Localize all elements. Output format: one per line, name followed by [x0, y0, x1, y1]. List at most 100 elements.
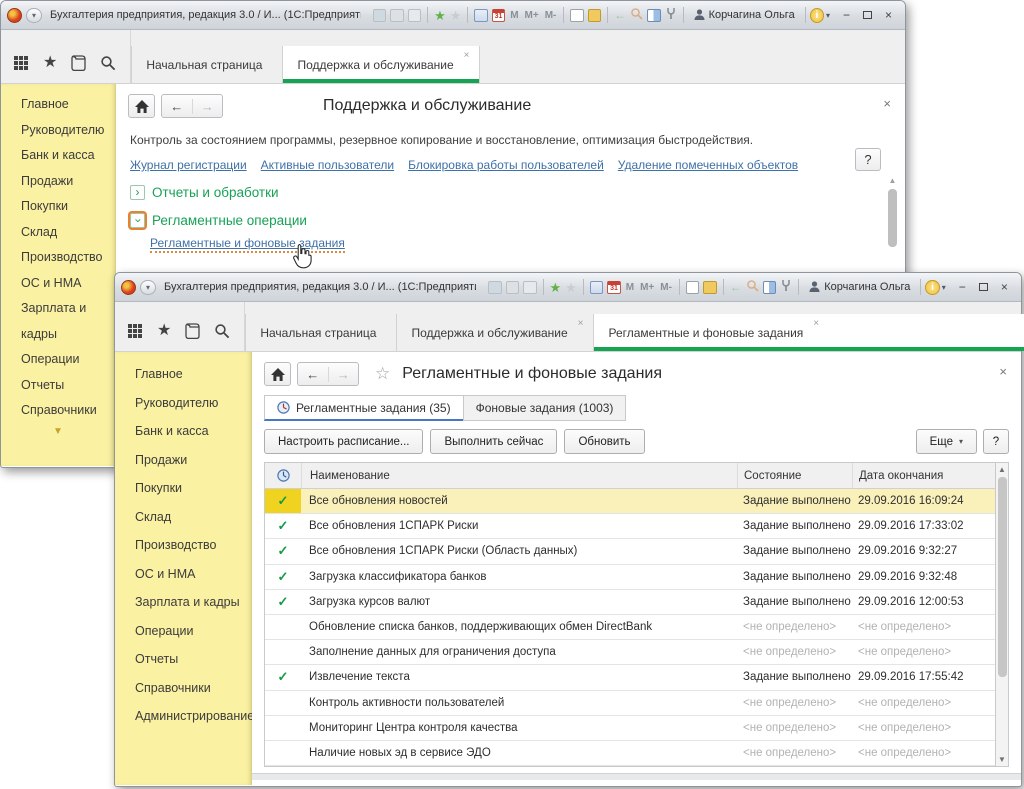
- section-expand-button[interactable]: ›: [130, 213, 145, 228]
- job-name-cell[interactable]: Наличие новых эд в сервисе ЭДО: [301, 747, 737, 759]
- job-name-cell[interactable]: Заполнение данных для ограничения доступ…: [301, 646, 737, 658]
- sidebar-item[interactable]: Руководителю: [1, 118, 115, 144]
- sidebar-item[interactable]: Покупки: [1, 194, 115, 220]
- memory-m-minus-button[interactable]: M-: [659, 282, 673, 293]
- sidebar-item[interactable]: Производство: [1, 245, 115, 271]
- command-link[interactable]: Блокировка работы пользователей: [408, 158, 604, 172]
- home-button[interactable]: [128, 94, 155, 118]
- job-date-cell[interactable]: 29.09.2016 9:32:27: [852, 545, 995, 557]
- close-window-button[interactable]: ×: [994, 279, 1015, 295]
- sidebar-item[interactable]: Отчеты: [115, 645, 251, 674]
- job-state-cell[interactable]: <не определено>: [737, 646, 852, 658]
- sidebar-item[interactable]: Зарплата и кадры: [1, 296, 115, 347]
- table-row[interactable]: ✓ Загрузка курсов валют Задание выполнен…: [265, 590, 995, 615]
- scroll-up-icon[interactable]: ▲: [886, 176, 899, 185]
- job-date-cell[interactable]: 29.09.2016 17:33:02: [852, 520, 995, 532]
- favorites-panel-icon[interactable]: ★: [43, 53, 57, 73]
- search-icon[interactable]: [100, 53, 116, 73]
- job-name-cell[interactable]: Мониторинг Центра контроля качества: [301, 722, 737, 734]
- print-preview-icon[interactable]: [523, 281, 536, 294]
- search-all-icon[interactable]: [746, 279, 759, 295]
- split-view-icon[interactable]: [647, 9, 660, 22]
- command-link[interactable]: Журнал регистрации: [130, 158, 247, 172]
- command-link[interactable]: Удаление помеченных объектов: [618, 158, 798, 172]
- sidebar-item[interactable]: Операции: [115, 617, 251, 646]
- link-scheduled-and-background-jobs[interactable]: Регламентные и фоновые задания: [150, 236, 345, 253]
- history-nav-buttons[interactable]: ← →: [297, 362, 359, 386]
- open-file-icon[interactable]: [703, 281, 716, 294]
- favorite-star-icon[interactable]: ☆: [375, 364, 390, 384]
- memory-m-button[interactable]: M: [625, 282, 635, 293]
- job-state-cell[interactable]: Задание выполнено: [737, 545, 852, 557]
- scroll-thumb[interactable]: [998, 477, 1007, 677]
- system-menu-dropdown[interactable]: ▾: [26, 8, 42, 23]
- page-close-icon[interactable]: ×: [883, 96, 891, 111]
- job-state-cell[interactable]: Задание выполнено: [737, 571, 852, 583]
- maximize-button[interactable]: [973, 279, 994, 295]
- sidebar-item[interactable]: Справочники: [115, 674, 251, 703]
- table-row[interactable]: ✓ Все обновления 1СПАРК Риски (Область д…: [265, 539, 995, 564]
- job-name-cell[interactable]: Контроль активности пользователей: [301, 697, 737, 709]
- section-label[interactable]: Регламентные операции: [152, 213, 307, 228]
- job-date-cell[interactable]: 29.09.2016 9:32:48: [852, 571, 995, 583]
- sidebar-item[interactable]: Продажи: [115, 446, 251, 475]
- scroll-down-icon[interactable]: ▼: [998, 755, 1006, 764]
- search-all-icon[interactable]: [630, 7, 643, 23]
- titlebar-front[interactable]: ▾ Бухгалтерия предприятия, редакция 3.0 …: [115, 273, 1021, 302]
- job-name-cell[interactable]: Извлечение текста: [301, 671, 737, 683]
- sidebar-item[interactable]: ОС и НМА: [115, 560, 251, 589]
- window-tab[interactable]: Регламентные и фоновые задания ×: [593, 314, 1024, 351]
- back-arrow-icon[interactable]: ←: [298, 367, 328, 382]
- scroll-up-icon[interactable]: ▲: [998, 465, 1006, 474]
- table-row[interactable]: ✓ Все обновления 1СПАРК Риски Задание вы…: [265, 514, 995, 539]
- add-favorite-icon[interactable]: ★: [434, 9, 446, 22]
- tab-scheduled-jobs[interactable]: Регламентные задания (35): [264, 395, 464, 421]
- job-state-cell[interactable]: <не определено>: [737, 697, 852, 709]
- history-icon[interactable]: [185, 321, 200, 341]
- print-icon[interactable]: [390, 9, 403, 22]
- current-user[interactable]: Корчагина Ольга: [694, 9, 795, 21]
- job-state-cell[interactable]: Задание выполнено: [737, 495, 852, 507]
- job-name-cell[interactable]: Загрузка курсов валют: [301, 596, 737, 608]
- job-date-cell[interactable]: <не определено>: [852, 722, 995, 734]
- status-column-header[interactable]: [265, 463, 301, 488]
- add-favorite-icon[interactable]: ★: [549, 281, 561, 294]
- calculator-icon[interactable]: [590, 281, 603, 294]
- sidebar-item[interactable]: Зарплата и кадры: [115, 588, 251, 617]
- memory-m-minus-button[interactable]: M-: [544, 10, 558, 21]
- memory-m-plus-button[interactable]: M+: [639, 282, 655, 293]
- table-row[interactable]: ✓ Загрузка классификатора банков Задание…: [265, 565, 995, 590]
- go-back-icon[interactable]: ←: [614, 9, 626, 22]
- system-menu-dropdown[interactable]: ▾: [140, 280, 156, 295]
- save-icon[interactable]: [488, 281, 501, 294]
- 1c-app-icon[interactable]: [121, 280, 136, 295]
- new-document-icon[interactable]: [686, 281, 699, 294]
- configure-schedule-button[interactable]: Настроить расписание...: [264, 429, 423, 454]
- job-date-cell[interactable]: 29.09.2016 17:55:42: [852, 671, 995, 683]
- open-file-icon[interactable]: [588, 9, 601, 22]
- info-dropdown-icon[interactable]: ▾: [826, 11, 830, 20]
- settings-wrench-icon[interactable]: [665, 7, 677, 23]
- section-expand-button[interactable]: ›: [130, 185, 145, 200]
- job-date-cell[interactable]: <не определено>: [852, 646, 995, 658]
- job-date-cell[interactable]: 29.09.2016 16:09:24: [852, 495, 995, 507]
- sidebar-item[interactable]: Операции: [1, 347, 115, 373]
- table-row[interactable]: Мониторинг Центра контроля качества <не …: [265, 716, 995, 741]
- memory-m-button[interactable]: M: [509, 10, 519, 21]
- search-icon[interactable]: [214, 321, 230, 341]
- job-name-cell[interactable]: Все обновления новостей: [301, 495, 737, 507]
- favorites-icon[interactable]: ★: [450, 9, 462, 22]
- favorites-icon[interactable]: ★: [565, 281, 577, 294]
- date-column-header[interactable]: Дата окончания: [852, 463, 995, 488]
- name-column-header[interactable]: Наименование: [301, 463, 737, 488]
- minimize-button[interactable]: −: [836, 7, 857, 23]
- history-nav-buttons[interactable]: ← →: [161, 94, 223, 118]
- window-tab[interactable]: Поддержка и обслуживание ×: [396, 314, 594, 351]
- job-state-cell[interactable]: <не определено>: [737, 722, 852, 734]
- job-state-cell[interactable]: <не определено>: [737, 621, 852, 633]
- main-menu-icon[interactable]: [13, 53, 29, 73]
- sidebar-item[interactable]: Главное: [1, 92, 115, 118]
- info-dropdown-icon[interactable]: ▾: [942, 283, 946, 292]
- tab-close-icon[interactable]: ×: [578, 314, 584, 329]
- table-row[interactable]: Наличие новых эд в сервисе ЭДО <не опред…: [265, 741, 995, 766]
